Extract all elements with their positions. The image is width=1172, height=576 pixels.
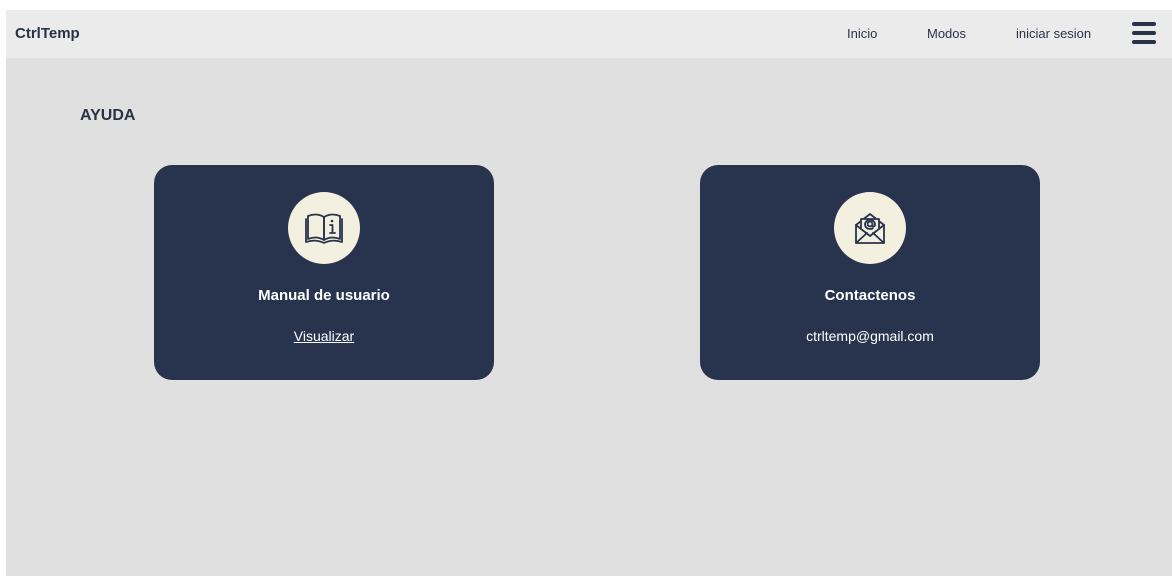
- contact-card: Contactenos ctrltemp@gmail.com: [700, 165, 1040, 380]
- nav-link-modos[interactable]: Modos: [927, 26, 966, 41]
- book-info-icon: [288, 192, 360, 264]
- app-frame: CtrlTemp Inicio Modos iniciar sesion AYU…: [6, 10, 1172, 576]
- top-navbar: CtrlTemp Inicio Modos iniciar sesion: [6, 10, 1172, 58]
- menu-bar: [1132, 31, 1156, 35]
- manual-card-title: Manual de usuario: [258, 287, 390, 304]
- contact-card-title: Contactenos: [824, 287, 916, 304]
- page-title: AYUDA: [80, 107, 136, 124]
- brand-logo[interactable]: CtrlTemp: [15, 25, 80, 42]
- visualizar-link[interactable]: Visualizar: [154, 328, 494, 344]
- envelope-at-icon: [834, 192, 906, 264]
- manual-card: Manual de usuario Visualizar: [154, 165, 494, 380]
- menu-bar: [1132, 22, 1156, 26]
- hamburger-menu-icon[interactable]: [1132, 21, 1156, 45]
- contact-email: ctrltemp@gmail.com: [806, 328, 934, 344]
- nav-link-inicio[interactable]: Inicio: [847, 26, 877, 41]
- nav-link-iniciar-sesion[interactable]: iniciar sesion: [1016, 26, 1091, 41]
- menu-bar: [1132, 40, 1156, 44]
